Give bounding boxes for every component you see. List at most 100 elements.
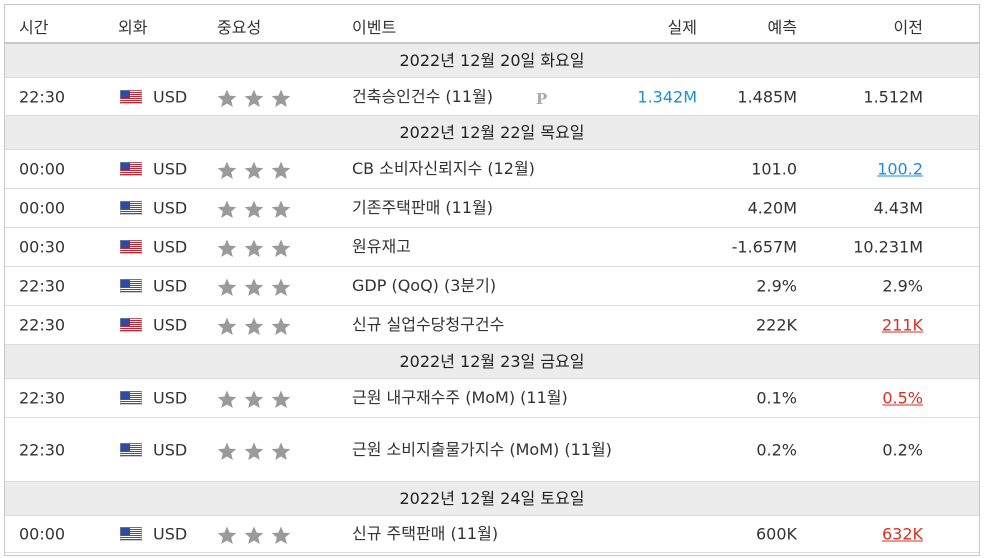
star-icon bbox=[217, 161, 237, 179]
economic-calendar-table: 시간 외화 중요성 이벤트 실제 예측 이전 2022년 12월 20일 화요일… bbox=[4, 4, 980, 556]
star-icon bbox=[271, 317, 291, 335]
table-row[interactable]: 22:30 USD GDP (QoQ) (3분기) 2.9% 2.9% bbox=[5, 267, 979, 306]
event-time: 22:30 bbox=[19, 440, 66, 459]
event-time: 00:00 bbox=[19, 198, 66, 218]
forecast-value: -1.657M bbox=[731, 237, 797, 257]
us-flag-icon bbox=[120, 240, 142, 254]
header-event[interactable]: 이벤트 bbox=[352, 14, 396, 38]
star-icon bbox=[271, 161, 291, 179]
star-icon bbox=[217, 442, 237, 460]
header-time[interactable]: 시간 bbox=[19, 14, 48, 38]
table-row[interactable]: 22:30 USD 근원 소비지출물가지수 (MoM) (11월) 0.2% 0.2% bbox=[5, 418, 979, 482]
us-flag-icon bbox=[120, 442, 142, 457]
currency-code: USD bbox=[153, 237, 188, 257]
header-currency[interactable]: 외화 bbox=[118, 14, 147, 38]
event-name[interactable]: 기존주택판매 (11월) bbox=[352, 195, 612, 221]
star-icon bbox=[244, 317, 264, 335]
header-actual[interactable]: 실제 bbox=[668, 14, 697, 38]
currency-code: USD bbox=[153, 524, 188, 544]
date-row: 2022년 12월 24일 토요일 bbox=[5, 482, 979, 516]
event-name[interactable]: 신규 실업수당청구건수 bbox=[352, 312, 612, 338]
star-icon bbox=[217, 200, 237, 218]
event-time: 22:30 bbox=[19, 388, 66, 408]
table-header: 시간 외화 중요성 이벤트 실제 예측 이전 bbox=[5, 5, 979, 44]
importance-stars bbox=[217, 161, 293, 179]
forecast-value: 222K bbox=[755, 315, 797, 335]
importance-stars bbox=[217, 200, 293, 218]
importance-stars bbox=[217, 89, 293, 107]
event-time: 00:00 bbox=[19, 159, 66, 179]
previous-value: 0.5% bbox=[882, 388, 923, 408]
importance-stars bbox=[217, 526, 293, 544]
event-time: 22:30 bbox=[19, 87, 66, 106]
event-name[interactable]: CB 소비자신뢰지수 (12월) bbox=[352, 156, 612, 182]
us-flag-icon bbox=[120, 279, 142, 293]
currency-code: USD bbox=[153, 440, 188, 459]
star-icon bbox=[244, 200, 264, 218]
header-forecast[interactable]: 예측 bbox=[768, 14, 797, 38]
forecast-value: 0.1% bbox=[756, 388, 797, 408]
forecast-value: 4.20M bbox=[747, 198, 797, 218]
previous-value: 211K bbox=[881, 315, 923, 335]
star-icon bbox=[271, 239, 291, 257]
star-icon bbox=[271, 442, 291, 460]
event-name[interactable]: 근원 내구재수주 (MoM) (11월) bbox=[352, 385, 612, 411]
star-icon bbox=[217, 526, 237, 544]
table-row[interactable]: 00:30 USD 원유재고 -1.657M 10.231M bbox=[5, 228, 979, 267]
event-name[interactable]: 원유재고 bbox=[352, 234, 612, 260]
forecast-value: 2.9% bbox=[756, 276, 797, 296]
us-flag-icon bbox=[120, 89, 142, 104]
event-name[interactable]: GDP (QoQ) (3분기) bbox=[352, 273, 612, 299]
forecast-value: 0.2% bbox=[756, 440, 797, 459]
previous-value: 4.43M bbox=[873, 198, 923, 218]
star-icon bbox=[244, 526, 264, 544]
event-name[interactable]: 근원 소비지출물가지수 (MoM) (11월) bbox=[352, 437, 612, 463]
previous-value: 10.231M bbox=[853, 237, 923, 257]
previous-value: 1.512M bbox=[863, 87, 923, 106]
table-row[interactable]: 22:30 USD 신규 실업수당청구건수 222K 211K bbox=[5, 306, 979, 345]
importance-stars bbox=[217, 442, 293, 460]
currency-code: USD bbox=[153, 276, 188, 296]
currency-code: USD bbox=[153, 388, 188, 408]
header-previous[interactable]: 이전 bbox=[894, 14, 923, 38]
forecast-value: 101.0 bbox=[751, 159, 797, 179]
star-icon bbox=[271, 200, 291, 218]
star-icon bbox=[217, 317, 237, 335]
star-icon bbox=[271, 390, 291, 408]
previous-value: 0.2% bbox=[882, 440, 923, 459]
previous-value: 632K bbox=[881, 524, 923, 544]
star-icon bbox=[217, 239, 237, 257]
forecast-value: 1.485M bbox=[737, 87, 797, 106]
currency-code: USD bbox=[153, 87, 188, 106]
currency-code: USD bbox=[153, 315, 188, 335]
star-icon bbox=[244, 442, 264, 460]
table-row[interactable]: 00:00 USD 신규 주택판매 (11월) 600K 632K bbox=[5, 516, 979, 553]
event-time: 22:30 bbox=[19, 276, 66, 296]
previous-value: 2.9% bbox=[882, 276, 923, 296]
star-icon bbox=[244, 278, 264, 296]
star-icon bbox=[271, 278, 291, 296]
header-importance[interactable]: 중요성 bbox=[217, 14, 261, 38]
importance-stars bbox=[217, 317, 293, 335]
preliminary-marker: P bbox=[536, 89, 548, 108]
event-name[interactable]: 건축승인건수 (11월) bbox=[352, 84, 612, 110]
event-name[interactable]: 신규 주택판매 (11월) bbox=[352, 521, 612, 547]
star-icon bbox=[217, 390, 237, 408]
table-row[interactable]: 00:00 USD 기존주택판매 (11월) 4.20M 4.43M bbox=[5, 189, 979, 228]
event-time: 22:30 bbox=[19, 315, 66, 335]
star-icon bbox=[217, 278, 237, 296]
event-time: 00:30 bbox=[19, 237, 66, 257]
table-row[interactable]: 22:30 USD 근원 내구재수주 (MoM) (11월) 0.1% 0.5% bbox=[5, 379, 979, 418]
star-icon bbox=[244, 161, 264, 179]
us-flag-icon bbox=[120, 162, 142, 176]
previous-value: 100.2 bbox=[877, 159, 923, 179]
table-row[interactable]: 22:30 USD 건축승인건수 (11월) P 1.342M 1.485M 1.512M bbox=[5, 78, 979, 116]
date-row: 2022년 12월 23일 금요일 bbox=[5, 345, 979, 379]
currency-code: USD bbox=[153, 159, 188, 179]
us-flag-icon bbox=[120, 318, 142, 332]
forecast-value: 600K bbox=[755, 524, 797, 544]
star-icon bbox=[244, 239, 264, 257]
star-icon bbox=[244, 89, 264, 107]
date-row: 2022년 12월 20일 화요일 bbox=[5, 44, 979, 78]
table-row[interactable]: 00:00 USD CB 소비자신뢰지수 (12월) 101.0 100.2 bbox=[5, 150, 979, 189]
